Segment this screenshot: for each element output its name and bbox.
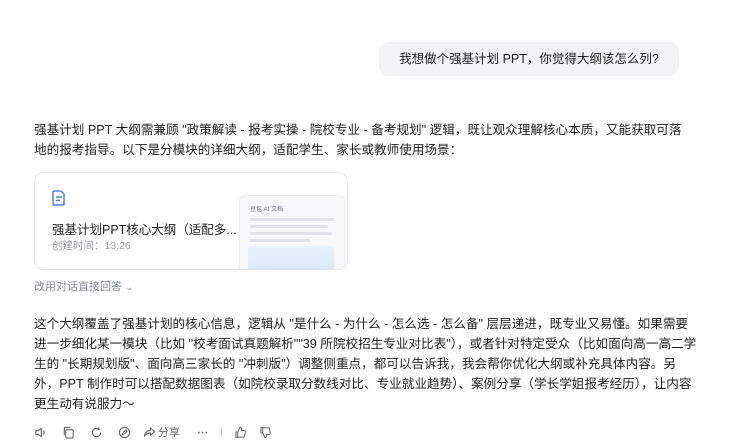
thumbs-up-icon[interactable] <box>234 426 247 439</box>
document-preview-thumbnail: 豆包 AI 文档 <box>239 195 345 269</box>
switch-to-chat-reply-link[interactable]: 改用对话直接回答 ⌄ <box>34 278 133 294</box>
chevron-down-icon: ⌄ <box>125 282 134 293</box>
assistant-closing-text: 这个大纲覆盖了强基计划的核心信息，逻辑从 "是什么 - 为什么 - 怎么选 - … <box>34 317 697 411</box>
document-card[interactable]: 强基计划PPT核心大纲（适配多... 创建时间：13:26 豆包 AI 文档 <box>34 172 348 270</box>
regenerate-icon[interactable] <box>90 426 103 439</box>
thumbs-down-icon[interactable] <box>259 426 272 439</box>
preview-image-block <box>248 246 334 269</box>
user-message-bubble: 我想做个强基计划 PPT，你觉得大纲该怎么列? <box>379 42 679 76</box>
more-icon[interactable] <box>196 426 209 439</box>
document-created-time: 创建时间：13:26 <box>52 240 131 252</box>
edit-icon[interactable] <box>118 426 131 439</box>
preview-header: 豆包 AI 文档 <box>250 207 284 213</box>
reply-link-label: 改用对话直接回答 <box>34 281 122 293</box>
speaker-icon[interactable] <box>34 426 47 439</box>
message-action-toolbar: 分享 <box>34 424 272 440</box>
document-icon <box>52 190 66 206</box>
toolbar-divider <box>221 426 222 438</box>
preview-line <box>250 218 334 221</box>
share-icon <box>143 426 156 437</box>
share-button[interactable]: 分享 <box>143 424 180 440</box>
preview-line <box>250 239 310 242</box>
assistant-intro-text: 强基计划 PPT 大纲需兼顾 "政策解读 - 报考实操 - 院校专业 - 备考规… <box>34 123 682 157</box>
preview-line <box>250 225 328 228</box>
preview-line <box>250 232 332 235</box>
copy-icon[interactable] <box>62 426 75 439</box>
share-label: 分享 <box>158 427 180 439</box>
document-title: 强基计划PPT核心大纲（适配多... <box>52 223 237 237</box>
